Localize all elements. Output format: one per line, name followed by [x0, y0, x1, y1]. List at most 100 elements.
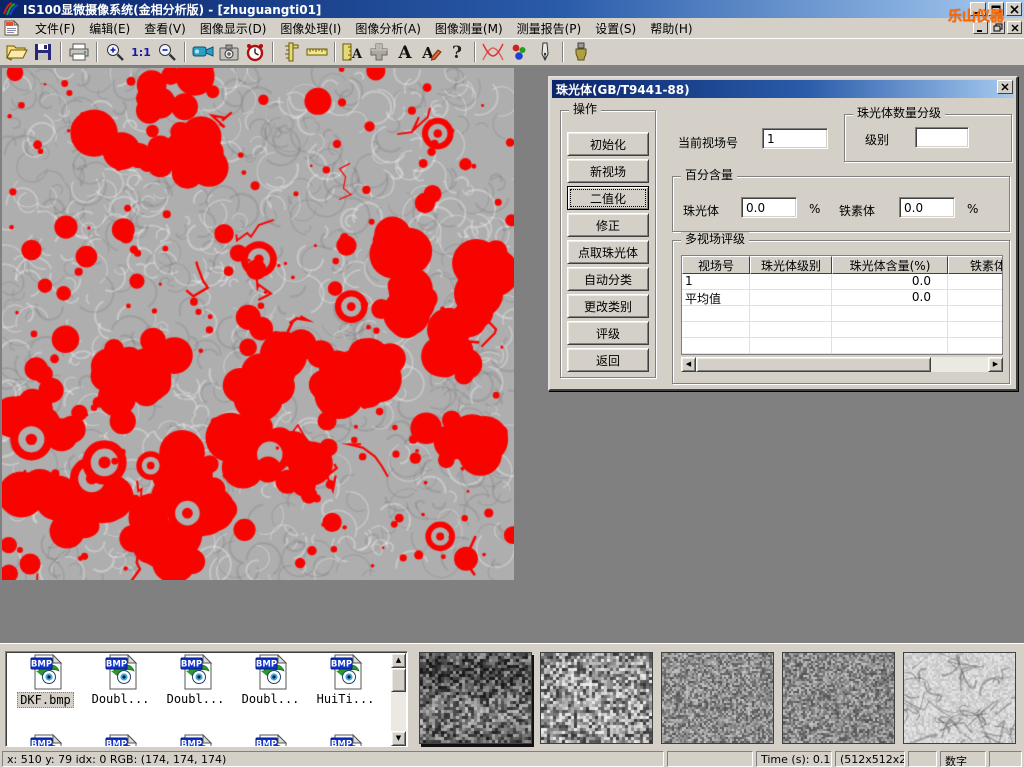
- help-icon[interactable]: ?: [444, 40, 470, 64]
- thumbnail-4[interactable]: [782, 652, 895, 744]
- file-label: DKF.bmp: [17, 692, 74, 708]
- file-item[interactable]: BMP: [233, 734, 308, 747]
- thumbnail-2[interactable]: [540, 652, 653, 744]
- print-icon[interactable]: [66, 40, 92, 64]
- table-row[interactable]: 10.0: [682, 274, 1002, 290]
- level-input[interactable]: [915, 127, 969, 148]
- file-item[interactable]: BMP: [8, 734, 83, 747]
- status-spare-3: [989, 751, 1022, 767]
- hscroll-thumb[interactable]: [696, 357, 931, 372]
- operation-group: 操作 初始化新视场二值化修正点取珠光体自动分类更改类别评级返回: [560, 110, 656, 378]
- vscroll-thumb[interactable]: [391, 668, 406, 692]
- table-row[interactable]: [682, 306, 1002, 322]
- annotate-icon[interactable]: A: [418, 40, 444, 64]
- menu-item[interactable]: 图像处理(I): [273, 18, 348, 39]
- file-item[interactable]: BMP: [83, 734, 158, 747]
- status-time: Time (s): 0.113: [756, 751, 832, 767]
- thumbnail-1[interactable]: [419, 652, 532, 744]
- document-icon[interactable]: [3, 20, 20, 36]
- scroll-left-icon[interactable]: ◀: [681, 357, 696, 372]
- menu-item[interactable]: 文件(F): [28, 18, 82, 39]
- scroll-right-icon[interactable]: ▶: [988, 357, 1003, 372]
- pen-icon[interactable]: [532, 40, 558, 64]
- thumbnail-3[interactable]: [661, 652, 774, 744]
- dialog-button[interactable]: 自动分类: [567, 267, 649, 291]
- scroll-down-icon[interactable]: ▼: [391, 731, 406, 746]
- bmp-file-icon: BMP: [179, 654, 213, 690]
- menu-item[interactable]: 测量报告(P): [510, 18, 589, 39]
- cursor-info: x: 510 y: 79 idx: 0 RGB: (174, 174, 174): [2, 751, 664, 767]
- thumbnail-5[interactable]: [903, 652, 1016, 744]
- menu-item[interactable]: 编辑(E): [82, 18, 137, 39]
- measure-text-icon[interactable]: A: [340, 40, 366, 64]
- video-capture-icon[interactable]: [190, 40, 216, 64]
- menu-item[interactable]: 查看(V): [137, 18, 193, 39]
- svg-text:BMP: BMP: [180, 740, 201, 748]
- dialog-button[interactable]: 修正: [567, 213, 649, 237]
- file-item[interactable]: BMP: [158, 734, 233, 747]
- dialog-button[interactable]: 二值化: [567, 186, 649, 210]
- status-spare-1: [667, 751, 753, 767]
- bmp-file-icon: BMP: [29, 734, 63, 747]
- curve-tool-icon[interactable]: [480, 40, 506, 64]
- multifield-group: 多视场评级 视场号珠光体级别珠光体含量(%)铁素体 10.0平均值0.0 ◀ ▶: [672, 240, 1010, 384]
- actual-size-icon[interactable]: 1:1: [128, 40, 154, 64]
- menu-item[interactable]: 设置(S): [588, 18, 643, 39]
- grid-cross-icon[interactable]: [366, 40, 392, 64]
- camera-capture-icon[interactable]: [216, 40, 242, 64]
- workspace: 珠光体(GB/T9441-88) 操作 初始化新视场二值化修正点取珠光体自动分类…: [0, 66, 1024, 643]
- bmp-file-icon: BMP: [329, 734, 363, 747]
- file-item[interactable]: BMPDKF.bmp: [8, 654, 83, 708]
- save-icon[interactable]: [30, 40, 56, 64]
- file-item[interactable]: BMPDoubl...: [158, 654, 233, 708]
- menu-item[interactable]: 帮助(H): [643, 18, 699, 39]
- pearlite-input[interactable]: [741, 197, 797, 218]
- table-row[interactable]: [682, 322, 1002, 338]
- svg-text:BMP: BMP: [105, 740, 126, 748]
- svg-text:?: ?: [452, 43, 462, 62]
- open-icon[interactable]: [4, 40, 30, 64]
- caliper-icon[interactable]: [278, 40, 304, 64]
- file-item[interactable]: BMPHuiTi...: [308, 654, 383, 708]
- current-field-input[interactable]: [762, 128, 828, 149]
- table-row[interactable]: [682, 338, 1002, 354]
- menu-item[interactable]: 图像分析(A): [348, 18, 428, 39]
- dialog-title: 珠光体(GB/T9441-88): [556, 81, 690, 98]
- window-titlebar[interactable]: IS100显微摄像系统(金相分析版) - [zhuguangti01]: [0, 0, 1024, 18]
- dialog-titlebar[interactable]: 珠光体(GB/T9441-88): [552, 80, 1014, 98]
- toolbar-separator: [334, 42, 336, 62]
- metallograph-image[interactable]: [2, 68, 514, 580]
- file-item[interactable]: BMP: [308, 734, 383, 747]
- close-button[interactable]: [1006, 2, 1022, 16]
- table-row[interactable]: 平均值0.0: [682, 290, 1002, 306]
- phase-dots-icon[interactable]: [506, 40, 532, 64]
- menu-item[interactable]: 图像显示(D): [193, 18, 274, 39]
- dialog-button[interactable]: 返回: [567, 348, 649, 372]
- table-hscrollbar[interactable]: ◀ ▶: [681, 357, 1003, 372]
- child-close-button[interactable]: [1007, 21, 1022, 34]
- ferrite-input[interactable]: [899, 197, 955, 218]
- svg-text:A: A: [351, 47, 363, 62]
- menu-items: 文件(F)编辑(E)查看(V)图像显示(D)图像处理(I)图像分析(A)图像测量…: [28, 18, 700, 39]
- dialog-button[interactable]: 评级: [567, 321, 649, 345]
- font-icon[interactable]: A: [392, 40, 418, 64]
- dialog-close-button[interactable]: [997, 80, 1013, 94]
- file-browser[interactable]: BMPDKF.bmpBMPDoubl...BMPDoubl...BMPDoubl…: [5, 651, 408, 747]
- svg-text:A: A: [397, 43, 412, 62]
- dialog-button[interactable]: 点取珠光体: [567, 240, 649, 264]
- scroll-up-icon[interactable]: ▲: [391, 653, 406, 668]
- menu-item[interactable]: 图像测量(M): [428, 18, 510, 39]
- brush-icon[interactable]: [568, 40, 594, 64]
- dialog-button[interactable]: 新视场: [567, 159, 649, 183]
- grading-group-title: 珠光体数量分级: [853, 106, 945, 121]
- status-spare-2: [908, 751, 937, 767]
- zoom-out-icon[interactable]: [154, 40, 180, 64]
- dialog-button[interactable]: 更改类别: [567, 294, 649, 318]
- file-vscrollbar[interactable]: ▲ ▼: [391, 653, 406, 746]
- timer-icon[interactable]: [242, 40, 268, 64]
- dialog-button[interactable]: 初始化: [567, 132, 649, 156]
- file-item[interactable]: BMPDoubl...: [83, 654, 158, 708]
- ruler-icon[interactable]: [304, 40, 330, 64]
- zoom-in-icon[interactable]: [102, 40, 128, 64]
- file-item[interactable]: BMPDoubl...: [233, 654, 308, 708]
